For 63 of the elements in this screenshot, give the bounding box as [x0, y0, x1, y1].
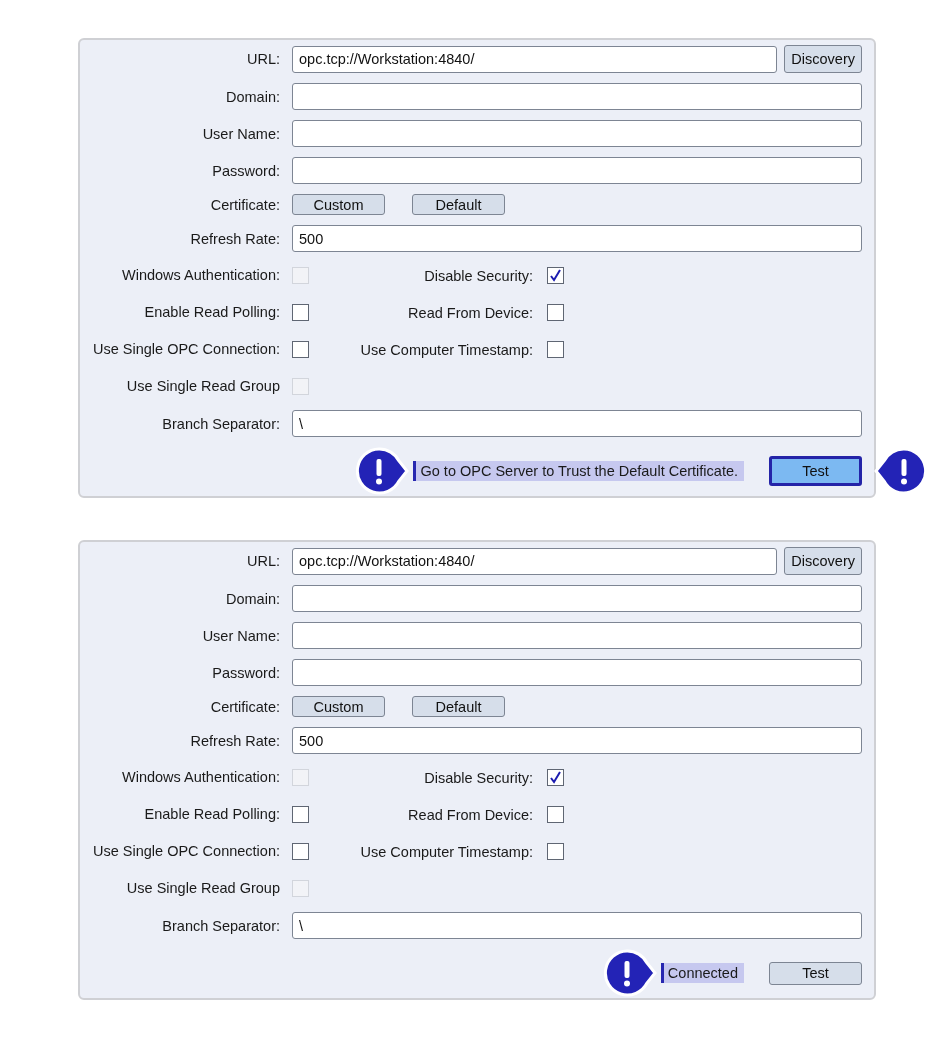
certificate-button[interactable]: Custom [292, 194, 385, 215]
test-button[interactable]: Test [769, 456, 862, 486]
checkbox[interactable] [547, 769, 564, 786]
field-label: Branch Separator: [162, 415, 280, 432]
input-field[interactable] [292, 120, 862, 147]
checkbox-label: Read From Device: [407, 806, 533, 823]
certificate-button[interactable]: Default [412, 696, 505, 717]
checkbox[interactable] [292, 843, 309, 860]
checkbox-label: Use Single OPC Connection: [93, 340, 280, 359]
status-message: Go to OPC Server to Trust the Default Certificate. [413, 461, 744, 481]
field-label: Branch Separator: [162, 917, 280, 934]
checkbox[interactable] [547, 806, 564, 823]
status-message: Connected [660, 963, 744, 983]
discovery-button[interactable]: Discovery [784, 547, 862, 575]
field-label: URL: [246, 51, 280, 67]
field-label: Certificate: [210, 196, 280, 213]
checkbox-label: Use Single Read Group [126, 879, 280, 898]
checkbox-label: Enable Read Polling: [144, 805, 280, 824]
field-label: User Name: [202, 125, 280, 142]
input-field[interactable] [292, 157, 862, 184]
field-label: Domain: [226, 590, 280, 607]
alert-callout-icon [874, 447, 928, 495]
checkbox-label: Windows Authentication: [122, 266, 280, 285]
checkbox[interactable] [547, 304, 564, 321]
checkbox[interactable] [292, 304, 309, 321]
alert-callout-icon [602, 949, 657, 997]
field-label: Domain: [226, 88, 280, 105]
checkbox-label: Use Single Read Group [126, 377, 280, 396]
field-label: Refresh Rate: [190, 732, 280, 749]
field-label: Password: [212, 664, 280, 681]
input-field[interactable] [292, 659, 862, 686]
url-field[interactable]: opc.tcp://Workstation:4840/ [292, 45, 778, 73]
alert-callout-icon [355, 447, 410, 495]
checkbox[interactable] [547, 843, 564, 860]
checkbox-label: Windows Authentication: [122, 768, 280, 787]
field-label: URL: [246, 553, 280, 569]
checkbox-label: Read From Device: [407, 304, 533, 321]
certificate-button[interactable]: Custom [292, 696, 385, 717]
input-field[interactable]: \ [292, 912, 862, 939]
checkbox-label: Disable Security: [423, 267, 533, 284]
checkbox-label: Use Computer Timestamp: [359, 341, 533, 358]
field-label: User Name: [202, 627, 280, 644]
checkbox[interactable] [547, 341, 564, 358]
input-field[interactable]: 500 [292, 225, 862, 252]
checkbox[interactable] [547, 267, 564, 284]
input-field[interactable] [292, 622, 862, 649]
checkbox[interactable] [292, 806, 309, 823]
certificate-button[interactable]: Default [412, 194, 505, 215]
checkbox[interactable] [292, 341, 309, 358]
input-field[interactable] [292, 83, 862, 110]
field-label: Certificate: [210, 698, 280, 715]
checkbox-label: Use Computer Timestamp: [359, 843, 533, 860]
input-field[interactable] [292, 585, 862, 612]
field-label: Password: [212, 162, 280, 179]
url-field[interactable]: opc.tcp://Workstation:4840/ [292, 547, 778, 575]
checkbox-label: Use Single OPC Connection: [93, 842, 280, 861]
input-field[interactable]: \ [292, 410, 862, 437]
input-field[interactable]: 500 [292, 727, 862, 754]
checkbox-label: Enable Read Polling: [144, 303, 280, 322]
discovery-button[interactable]: Discovery [784, 45, 862, 73]
field-label: Refresh Rate: [190, 230, 280, 247]
test-button[interactable]: Test [769, 961, 862, 985]
checkbox-label: Disable Security: [423, 769, 533, 786]
